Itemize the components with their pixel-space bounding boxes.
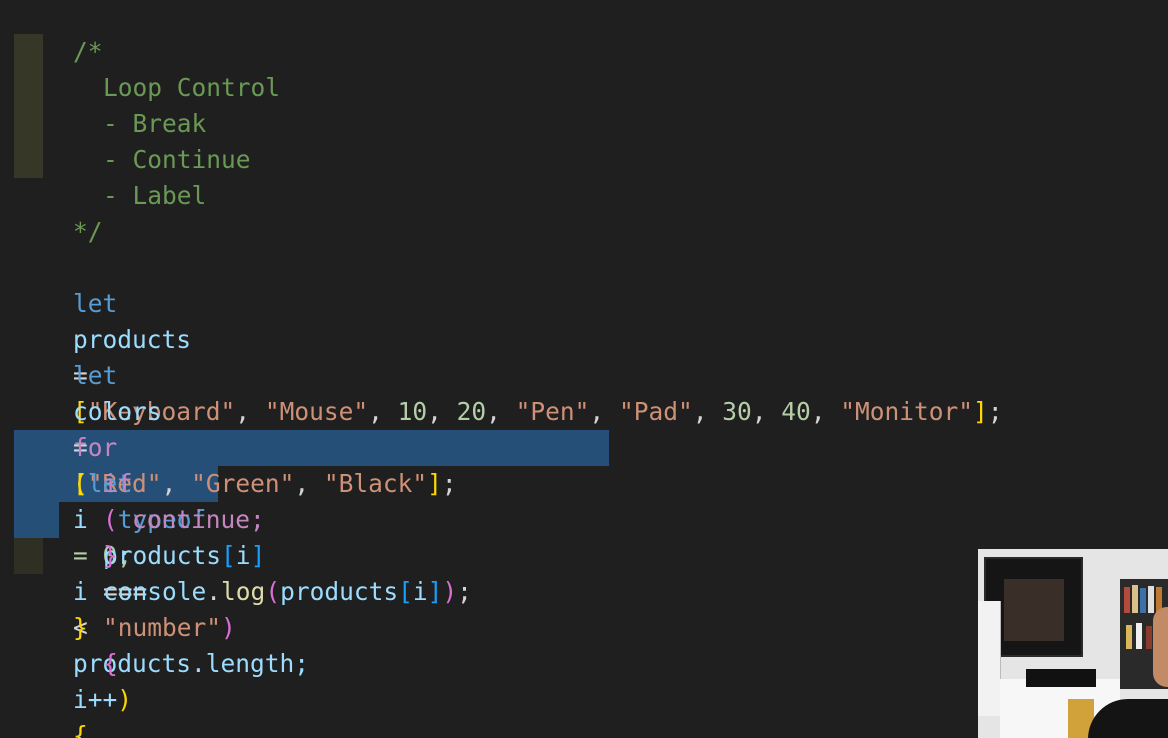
dot: . — [206, 577, 222, 606]
semicolon: ; — [987, 397, 1003, 426]
code-line-if[interactable]: if (typeof products[i] === "number") { — [44, 430, 265, 678]
comment-item: - Label — [103, 181, 207, 210]
comma: , — [810, 397, 841, 426]
code-editor[interactable]: /* Loop Control - Break - Continue - Lab… — [0, 0, 1168, 738]
array-string-item: "Pen" — [515, 397, 590, 426]
array-number-item: 30 — [722, 397, 752, 426]
paren: ) — [117, 685, 133, 714]
code-line[interactable]: /* — [14, 0, 103, 66]
indent-guide — [14, 142, 43, 178]
object-name: console — [103, 577, 207, 606]
semicolon: ; — [441, 469, 457, 498]
semicolon: ; — [457, 577, 472, 606]
array-number-item: 20 — [456, 397, 487, 426]
property: .length; — [191, 649, 310, 678]
indent-guide — [14, 106, 43, 142]
comma: , — [368, 397, 398, 426]
bracket: ] — [973, 397, 988, 426]
loop-increment: i++ — [73, 685, 118, 714]
comma: , — [294, 469, 324, 498]
keyword: let — [73, 361, 118, 390]
object-name: products — [280, 577, 399, 606]
webcam-speaker — [978, 601, 1001, 716]
webcam-overlay — [978, 549, 1168, 738]
webcam-console — [1026, 669, 1096, 687]
code-line-for-close[interactable]: } — [14, 574, 88, 642]
array-string-item: "Black" — [323, 469, 428, 498]
webcam-person — [1153, 607, 1168, 687]
brace: { — [73, 721, 88, 738]
array-number-item: 10 — [397, 397, 428, 426]
comma: , — [427, 397, 457, 426]
function-name: log — [221, 577, 266, 606]
code-line-products[interactable]: let products = ["Keyboard", "Mouse", 10,… — [14, 250, 1003, 426]
code-line[interactable]: - Continue — [44, 106, 251, 174]
code-line[interactable]: */ — [14, 178, 103, 246]
index-var: i — [412, 577, 428, 606]
keyword: let — [73, 289, 118, 318]
string: "number" — [103, 613, 222, 642]
array-number-item: 40 — [781, 397, 811, 426]
bracket: ] — [427, 469, 442, 498]
paren: ) — [442, 577, 458, 606]
comma: , — [751, 397, 782, 426]
array-string-item: "Monitor" — [840, 397, 974, 426]
bracket: [ — [398, 577, 413, 606]
code-line[interactable]: - Label — [44, 142, 206, 210]
comma: , — [486, 397, 516, 426]
brace: } — [73, 613, 88, 642]
paren: ) — [221, 613, 236, 642]
code-line-for[interactable]: for (let i = 0; i < products.length; i++… — [14, 394, 309, 738]
code-line-colors[interactable]: let colors = ["Red", "Green", "Black"]; — [14, 322, 457, 498]
code-line[interactable]: - Break — [44, 70, 206, 138]
comma: , — [692, 397, 723, 426]
paren: ( — [265, 577, 281, 606]
brace: { — [103, 649, 118, 678]
keyword-continue: continue; — [132, 505, 265, 534]
comma: , — [589, 397, 619, 426]
code-line-log[interactable]: console.log(products[i]); — [44, 538, 472, 606]
comment-close: */ — [73, 217, 103, 246]
bracket: ] — [427, 577, 443, 606]
array-string-item: "Pad" — [618, 397, 693, 426]
code-line-if-close[interactable]: } — [44, 502, 118, 570]
code-line[interactable]: Loop Control — [44, 34, 280, 102]
code-line-continue[interactable]: continue; — [73, 466, 265, 534]
